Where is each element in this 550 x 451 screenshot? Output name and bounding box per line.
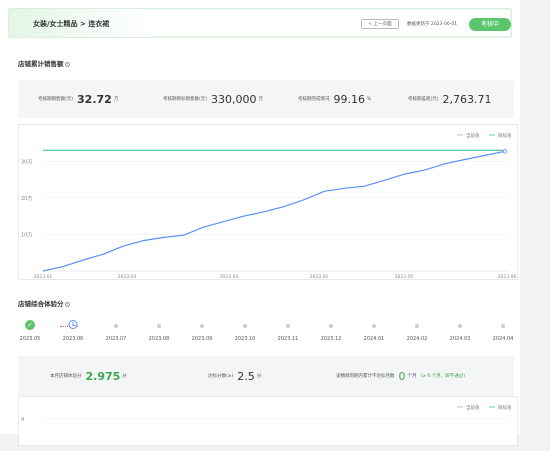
y-tick-label: 10万 — [21, 232, 32, 238]
stat-unit: 元 — [258, 97, 264, 102]
timeline-dot — [415, 324, 419, 328]
timeline-month[interactable]: 2023.06 — [63, 336, 84, 342]
timeline-month[interactable]: 2023.07 — [106, 336, 127, 342]
timeline-month[interactable]: 2024.01 — [364, 336, 385, 342]
breadcrumb: 女装/女士精品 > 连衣裙 — [33, 20, 110, 28]
stat-sales: 考核期销售额(元) 32.72 万 — [38, 80, 118, 118]
timeline-month[interactable]: 2023.09 — [192, 336, 213, 342]
x-tick-label: 2023.06 — [498, 274, 517, 280]
stat-label: 考核期差距(元) — [408, 97, 439, 102]
fail-months: 该類目周期内累计不达标月数 0 个月 (≥ 6 个月，即不通过) — [336, 356, 465, 396]
sales-title-text: 店铺累计销售额 — [18, 60, 64, 68]
timeline-month[interactable]: 2024.02 — [407, 336, 428, 342]
score-summary: 本月店铺体验分 2.975 分 达标分数(≥) 2.5 分 该類目周期内累计不达… — [18, 356, 514, 396]
sales-chart-svg: 10万 20万 30万 2023.01 2023.03 2023.03 2023.05 202… — [21, 132, 517, 280]
timeline-month[interactable]: 2023.05 — [20, 336, 41, 342]
current-line — [42, 150, 506, 272]
stat-label: 考核期销售额(元) — [38, 97, 74, 102]
stat-value: 99.16 — [333, 92, 366, 106]
standard-score-label: 达标分数(≥) — [208, 374, 234, 379]
legend-current-label: 当前值 — [466, 132, 480, 139]
timeline-dot — [329, 324, 333, 328]
score-section-title: 店铺综合体验分? — [18, 298, 70, 308]
help-icon[interactable]: ? — [64, 61, 70, 67]
fail-months-unit: 个月 — [407, 374, 417, 379]
stat-value: 330,000 — [211, 92, 257, 106]
scrollbar[interactable] — [520, 0, 550, 434]
stat-completion: 考核期完成情况 99.16 % — [298, 80, 371, 118]
header-bar: 女装/女士精品 > 连衣裙 < 上一页面 数据更新于 2023-06-01 考核… — [8, 8, 512, 38]
legend-current-label: 当前值 — [466, 404, 480, 411]
fail-months-label: 该類目周期内累计不达标月数 — [336, 374, 395, 379]
current-endpoint — [502, 149, 508, 154]
update-time: 数据更新于 2023-06-01 — [407, 22, 458, 27]
timeline-dot — [200, 324, 204, 328]
sales-section-title: 店铺累计销售额? — [18, 58, 70, 68]
score-timeline: ✓ 2023.05 2023.06 2023.07 2023.08 2023.09 2023… — [18, 316, 514, 350]
timeline-month[interactable]: 2024.03 — [450, 336, 471, 342]
y-tick-label: 20万 — [21, 196, 32, 202]
fail-months-note: (≥ 6 个月，即不通过) — [420, 374, 466, 379]
legend-target-label: 目标值 — [498, 132, 512, 139]
timeline-month[interactable]: 2024.04 — [493, 336, 514, 342]
stat-value: 2,763.71 — [442, 92, 492, 106]
standard-score-unit: 分 — [256, 374, 262, 379]
timeline-dot — [243, 324, 247, 328]
timeline-month[interactable]: 2023.10 — [235, 336, 256, 342]
stat-gap: 考核期差距(元) 2,763.71 — [408, 80, 492, 118]
sales-stats: 考核期销售额(元) 32.72 万 考核期目标销售额(元) 330,000 元 … — [18, 80, 514, 118]
score-chart: 当前值 目标值 4 — [18, 396, 518, 446]
timeline-month[interactable]: 2023.08 — [149, 336, 170, 342]
monthly-score-label: 本月店铺体验分 — [50, 374, 82, 379]
timeline-dot — [286, 324, 290, 328]
check-icon: ✓ — [25, 320, 35, 330]
standard-score-value: 2.5 — [237, 369, 255, 383]
score-title-text: 店铺综合体验分 — [18, 300, 64, 308]
page: 女装/女士精品 > 连衣裙 < 上一页面 数据更新于 2023-06-01 考核… — [0, 0, 520, 446]
timeline-dot — [372, 324, 376, 328]
timeline-month[interactable]: 2023.11 — [278, 336, 299, 342]
x-tick-label: 2023.05 — [395, 274, 414, 280]
monthly-score: 本月店铺体验分 2.975 分 — [50, 356, 127, 396]
score-chart-svg: 当前值 目标值 4 — [21, 404, 512, 423]
stat-unit: 万 — [113, 97, 119, 102]
timeline-dot — [114, 324, 118, 328]
help-icon[interactable]: ? — [64, 301, 70, 307]
status-button[interactable]: 考核中 — [469, 18, 511, 31]
monthly-score-unit: 分 — [122, 374, 127, 379]
fail-months-value: 0 — [398, 369, 406, 383]
stat-label: 考核期目标销售额(元) — [163, 97, 208, 102]
x-tick-label: 2023.01 — [34, 274, 53, 280]
x-tick-label: 2023.03 — [220, 274, 239, 280]
legend-target-label: 目标值 — [498, 404, 512, 411]
timeline-month[interactable]: 2023.12 — [321, 336, 342, 342]
stat-unit: % — [367, 96, 372, 102]
standard-score: 达标分数(≥) 2.5 分 — [208, 356, 261, 396]
timeline-dot — [458, 324, 462, 328]
x-tick-label: 2023.05 — [310, 274, 329, 280]
prev-page-button[interactable]: < 上一页面 — [361, 19, 399, 29]
y-tick-label: 4 — [21, 417, 24, 423]
sales-chart: 10万 20万 30万 2023.01 2023.03 2023.03 2023.05 202… — [18, 124, 518, 280]
y-tick-label: 30万 — [21, 159, 32, 165]
stat-target: 考核期目标销售额(元) 330,000 元 — [163, 80, 263, 118]
timeline-dot — [157, 324, 161, 328]
clock-icon — [68, 320, 78, 329]
timeline-dot — [501, 324, 505, 328]
stat-label: 考核期完成情况 — [298, 97, 330, 102]
x-tick-label: 2023.03 — [118, 274, 137, 280]
monthly-score-value: 2.975 — [85, 369, 121, 383]
stat-value: 32.72 — [77, 92, 112, 106]
